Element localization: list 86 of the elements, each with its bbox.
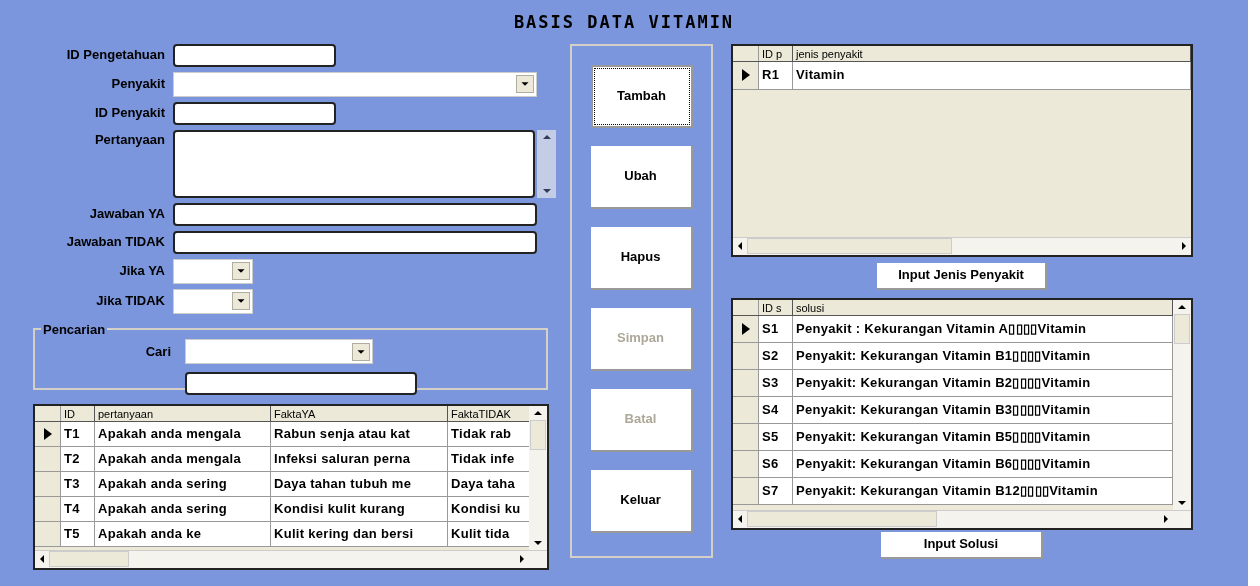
table-cell: Apakah anda mengala [95, 421, 271, 446]
row-pointer-icon [741, 322, 750, 335]
window-title: BASIS DATA VITAMIN [513, 11, 735, 34]
table-cell: Tidak infe [448, 446, 530, 471]
table-cell: Infeksi saluran perna [271, 446, 448, 471]
table-cell: Apakah anda mengala [95, 446, 271, 471]
table-cell: S5 [759, 423, 793, 450]
table-cell: S6 [759, 450, 793, 477]
table-cell: Kondisi kulit kurang [271, 496, 448, 521]
field-label: Jika YA [118, 262, 165, 281]
table-cell: Penyakit: Kekurangan Vitamin B3▯▯▯▯Vitamin [793, 396, 1173, 423]
dropdown-field[interactable] [173, 258, 253, 284]
table-cell: T5 [61, 521, 95, 546]
text-field[interactable] [173, 43, 336, 67]
table-cell: Kulit kering dan bersi [271, 521, 448, 546]
data-grid[interactable]: ID p jenis penyakit R1 Vitamin [731, 43, 1193, 257]
text-field[interactable] [173, 101, 336, 125]
table-cell: Penyakit: Kekurangan Vitamin B2▯▯▯▯Vitamin [793, 369, 1173, 396]
table-cell: Apakah anda ke [95, 521, 271, 546]
scrollbar[interactable] [733, 509, 1191, 528]
table-cell: S4 [759, 396, 793, 423]
field-label: ID Pengetahuan [65, 46, 165, 65]
dropdown-field[interactable] [173, 288, 253, 314]
column-header[interactable]: FaktaYA [271, 405, 448, 421]
table-cell: Apakah anda sering [95, 471, 271, 496]
scroll-thumb[interactable] [747, 511, 937, 527]
row-pointer-icon [741, 69, 750, 81]
field-label: Cari [144, 342, 171, 361]
table-cell: Kulit tida [448, 521, 530, 546]
table-cell: T4 [61, 496, 95, 521]
field-label: Jika TIDAK [95, 292, 165, 311]
scroll-thumb[interactable] [1174, 313, 1190, 344]
table-cell: Daya tahan tubuh me [271, 471, 448, 496]
field-label: Jawaban YA [88, 205, 165, 224]
scrollbar[interactable] [1173, 299, 1191, 510]
search-field[interactable] [185, 372, 417, 395]
action-button[interactable]: Keluar [590, 469, 693, 533]
scroll-thumb[interactable] [530, 419, 546, 450]
dropdown-field[interactable] [185, 339, 373, 364]
table-cell: Daya taha [448, 471, 530, 496]
action-button[interactable]: Ubah [590, 145, 693, 209]
scroll-thumb[interactable] [747, 238, 952, 254]
table-cell: Penyakit: Kekurangan Vitamin B1▯▯▯▯Vitamin [793, 342, 1173, 369]
input-disease-button[interactable]: Input Jenis Penyakit [877, 262, 1047, 290]
scrollbar[interactable] [733, 236, 1191, 255]
table-cell: T3 [61, 471, 95, 496]
table-cell: S1 [759, 315, 793, 342]
scrollbar[interactable] [35, 549, 547, 568]
dropdown-field[interactable] [173, 71, 537, 97]
column-header[interactable]: ID s [759, 299, 793, 315]
field-label: Pertanyaan [93, 130, 165, 149]
table-cell: Apakah anda sering [95, 496, 271, 521]
scrollbar[interactable] [537, 129, 556, 198]
table-cell: Penyakit : Kekurangan Vitamin A▯▯▯▯Vitamin [793, 315, 1173, 342]
table-cell: Tidak rab [448, 421, 530, 446]
field-label: Jawaban TIDAK [65, 233, 165, 252]
table-cell: S3 [759, 369, 793, 396]
group-title: Pencarian [42, 320, 107, 339]
field-label: ID Penyakit [93, 104, 165, 123]
data-grid[interactable] [731, 297, 1193, 530]
table-cell: Penyakit: Kekurangan Vitamin B12▯▯▯▯Vitamin [793, 477, 1173, 504]
table-cell: Penyakit: Kekurangan Vitamin B5▯▯▯▯Vitamin [793, 423, 1173, 450]
table-cell: Rabun senja atau kat [271, 421, 448, 446]
input-solution-button[interactable]: Input Solusi [881, 531, 1043, 559]
table-cell: S2 [759, 342, 793, 369]
table-cell: R1 [759, 61, 793, 89]
table-cell: T2 [61, 446, 95, 471]
table-cell: S7 [759, 477, 793, 504]
column-header[interactable]: jenis penyakit [793, 45, 1191, 61]
text-field[interactable] [173, 230, 537, 254]
text-area[interactable] [173, 129, 535, 198]
text-field[interactable] [173, 202, 537, 226]
action-button[interactable]: Hapus [590, 226, 693, 290]
table-cell: Kondisi ku [448, 496, 530, 521]
column-header[interactable]: ID p [759, 45, 793, 61]
scroll-thumb[interactable] [49, 551, 129, 567]
column-header[interactable]: pertanyaan [95, 405, 271, 421]
table-cell: Vitamin [793, 61, 1191, 89]
table-cell: Penyakit: Kekurangan Vitamin B6▯▯▯▯Vitamin [793, 450, 1173, 477]
row-pointer-icon [43, 427, 52, 440]
column-header[interactable]: ID [61, 405, 95, 421]
table-cell: T1 [61, 421, 95, 446]
action-button[interactable]: Tambah [590, 64, 693, 128]
scrollbar[interactable] [529, 405, 547, 550]
field-label: Penyakit [110, 75, 165, 94]
data-grid[interactable] [33, 403, 549, 570]
